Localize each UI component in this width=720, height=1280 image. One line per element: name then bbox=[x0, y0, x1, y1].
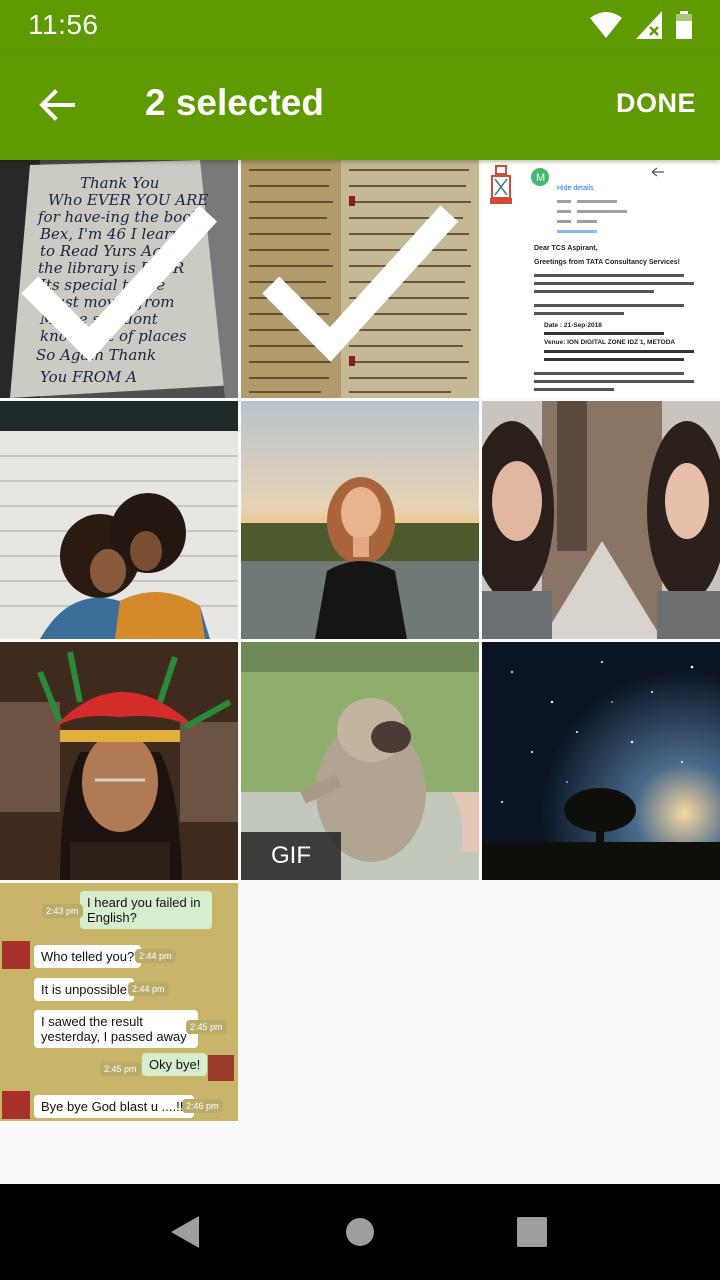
app-toolbar: 2 selected DONE bbox=[0, 50, 720, 160]
media-item-starry-tree[interactable] bbox=[482, 642, 720, 880]
chat-text: Who telled you? bbox=[41, 949, 135, 964]
status-icons bbox=[590, 10, 692, 40]
chat-bubble: I sawed the result yesterday, I passed a… bbox=[34, 1010, 198, 1048]
selection-title: 2 selected bbox=[145, 82, 324, 123]
hide-details-link: Hide details bbox=[557, 185, 594, 192]
chat-time: 2:44 pm bbox=[128, 982, 169, 996]
avatar bbox=[2, 1091, 30, 1119]
chat-bubble: Who telled you? bbox=[34, 945, 142, 968]
wifi-icon bbox=[590, 12, 622, 38]
gif-badge: GIF bbox=[241, 832, 341, 880]
chat-text: I heard you failed in English? bbox=[87, 895, 201, 925]
sender-initial: M bbox=[536, 172, 545, 184]
circle-home-icon bbox=[346, 1218, 374, 1246]
chat-text: I sawed the result yesterday, I passed a… bbox=[41, 1014, 187, 1044]
chat-time: 2:44 pm bbox=[135, 949, 176, 963]
media-grid: Thank You Who EVER YOU ARE for have-ing … bbox=[0, 160, 720, 1184]
chat-text: It is unpossible bbox=[41, 982, 127, 997]
media-item-chat-meme[interactable]: I heard you failed in English? 2:43 pm W… bbox=[0, 883, 238, 1121]
chat-text: Bye bye God blast u ....!!! bbox=[41, 1099, 187, 1114]
media-item-monkey-gif[interactable]: GIF bbox=[241, 642, 479, 880]
nav-home-button[interactable] bbox=[330, 1202, 390, 1262]
status-bar: 11:56 bbox=[0, 0, 720, 50]
navigation-bar bbox=[0, 1184, 720, 1280]
email-headline: Greetings from TATA Consultancy Services… bbox=[534, 259, 680, 266]
thumbnail-email: M Hide details Dear TCS Aspirant, Greeti… bbox=[482, 160, 720, 398]
email-date: Date : 21-Sep-2018 bbox=[544, 322, 602, 329]
chat-time: 2:46 pm bbox=[182, 1099, 223, 1113]
status-time: 11:56 bbox=[28, 9, 99, 40]
chat-text: Oky bye! bbox=[149, 1057, 201, 1072]
chat-time: 2:45 pm bbox=[186, 1020, 227, 1034]
done-button[interactable]: DONE bbox=[616, 88, 696, 119]
media-item-woman-sunset[interactable] bbox=[241, 401, 479, 639]
thumbnail-woman-sunset bbox=[241, 401, 479, 639]
arrow-left-icon bbox=[39, 89, 75, 121]
thumbnail-two-women bbox=[0, 401, 238, 639]
chat-time: 2:43 pm bbox=[42, 904, 83, 918]
chat-bubble: I heard you failed in English? bbox=[80, 891, 212, 929]
thumbnail-woman-headdress bbox=[0, 642, 238, 880]
media-item-manuscript[interactable] bbox=[241, 160, 479, 398]
media-item-handwritten-note[interactable]: Thank You Who EVER YOU ARE for have-ing … bbox=[0, 160, 238, 398]
media-item-woman-portrait[interactable] bbox=[482, 401, 720, 639]
email-greeting: Dear TCS Aspirant, bbox=[534, 245, 598, 252]
check-icon bbox=[262, 205, 459, 362]
nav-back-button[interactable] bbox=[156, 1202, 216, 1262]
thumbnail-starry-tree bbox=[482, 642, 720, 880]
back-button[interactable] bbox=[32, 80, 82, 130]
avatar bbox=[2, 941, 30, 969]
nav-recents-button[interactable] bbox=[502, 1202, 562, 1262]
battery-icon bbox=[676, 11, 692, 39]
media-item-email-screenshot[interactable]: M Hide details Dear TCS Aspirant, Greeti… bbox=[482, 160, 720, 398]
triangle-back-icon bbox=[171, 1216, 199, 1248]
chat-bubble: Bye bye God blast u ....!!! bbox=[34, 1095, 194, 1118]
media-item-woman-headdress[interactable] bbox=[0, 642, 238, 880]
signal-icon bbox=[636, 11, 662, 39]
media-item-two-women[interactable] bbox=[0, 401, 238, 639]
thumbnail-woman-portrait bbox=[482, 401, 720, 639]
square-recents-icon bbox=[517, 1217, 547, 1247]
avatar bbox=[208, 1055, 234, 1081]
chat-bubble: Oky bye! bbox=[142, 1053, 208, 1076]
email-venue: Venue: ION DIGITAL ZONE IDZ 1, METODA bbox=[544, 339, 675, 346]
chat-time: 2:45 pm bbox=[100, 1062, 141, 1076]
check-icon bbox=[21, 205, 218, 362]
chat-bubble: It is unpossible bbox=[34, 978, 134, 1001]
